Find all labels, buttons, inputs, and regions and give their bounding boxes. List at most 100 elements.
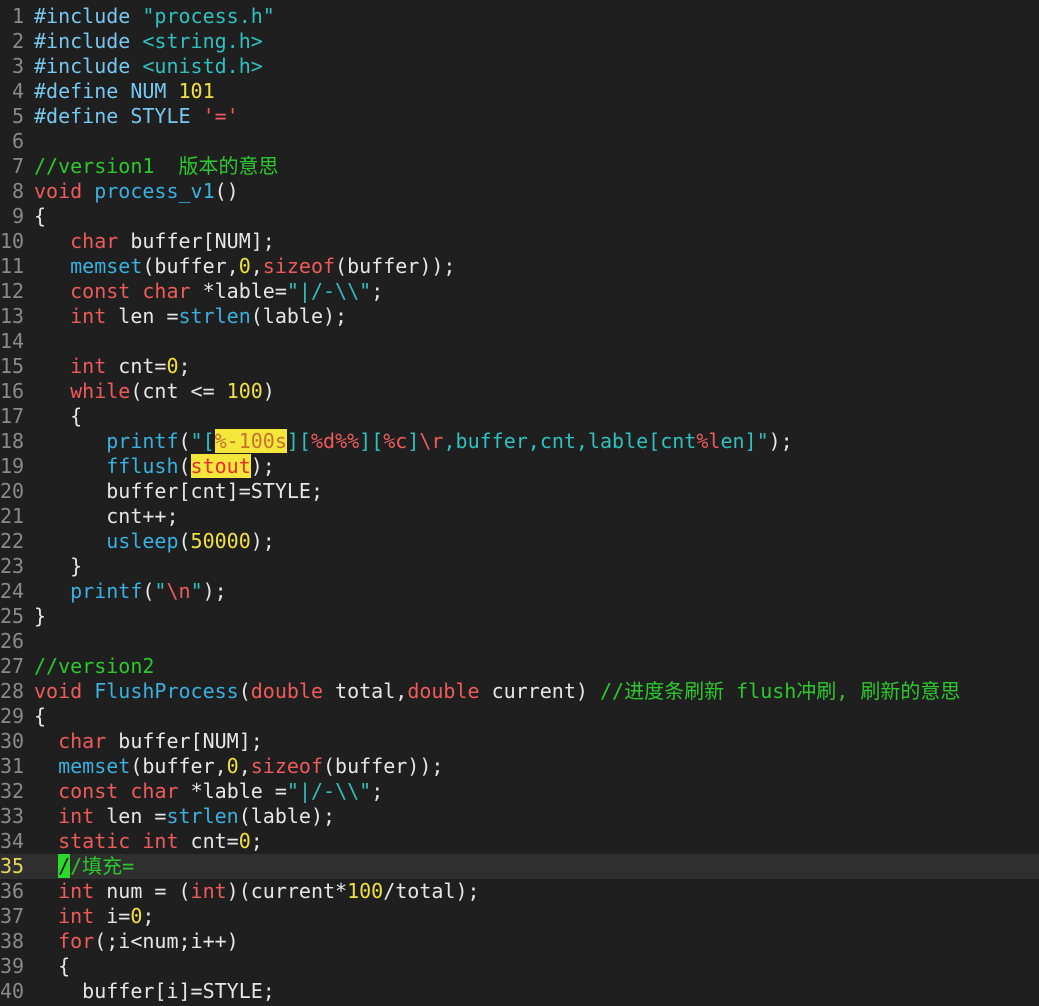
code-text: memset(buffer,0,sizeof(buffer)); bbox=[34, 254, 455, 278]
line-number: 8 bbox=[11, 179, 24, 203]
code-line[interactable]: 22 usleep(50000); bbox=[0, 529, 1039, 554]
code-text: int i=0; bbox=[34, 904, 154, 928]
code-token: 101 bbox=[178, 79, 215, 103]
code-text: } bbox=[34, 554, 82, 578]
code-token: ,buffer,cnt,lable[cnt bbox=[443, 429, 697, 453]
code-line[interactable]: 20 buffer[cnt]=STYLE; bbox=[0, 479, 1039, 504]
code-token: double bbox=[250, 679, 324, 703]
code-line[interactable]: 2 #include <string.h> bbox=[0, 29, 1039, 54]
code-token: ( bbox=[238, 679, 251, 703]
code-token: *lable = bbox=[178, 779, 287, 803]
code-text: int cnt=0; bbox=[34, 354, 190, 378]
code-line[interactable]: 3 #include <unistd.h> bbox=[0, 54, 1039, 79]
code-line[interactable]: 39 { bbox=[0, 954, 1039, 979]
code-line[interactable]: 14 bbox=[0, 329, 1039, 354]
code-line[interactable]: 27 //version2 bbox=[0, 654, 1039, 679]
code-token: "[ bbox=[190, 429, 215, 453]
code-line[interactable]: 31 memset(buffer,0,sizeof(buffer)); bbox=[0, 754, 1039, 779]
code-token: strlen bbox=[166, 804, 239, 828]
code-line[interactable]: 21 cnt++; bbox=[0, 504, 1039, 529]
code-line[interactable]: 5 #define STYLE '=' bbox=[0, 104, 1039, 129]
code-line[interactable]: 34 static int cnt=0; bbox=[0, 829, 1039, 854]
code-line[interactable]: 40 buffer[i]=STYLE; bbox=[0, 979, 1039, 1004]
code-line[interactable]: 26 bbox=[0, 629, 1039, 654]
code-line[interactable]: 29 { bbox=[0, 704, 1039, 729]
code-token: buffer[NUM]; bbox=[106, 729, 263, 753]
code-token: int bbox=[70, 304, 107, 328]
line-number: 25 bbox=[0, 604, 25, 628]
code-text: //version1 版本的意思 bbox=[34, 154, 279, 178]
code-token: #define STYLE bbox=[34, 104, 203, 128]
code-token: %-100s bbox=[214, 429, 287, 453]
code-line[interactable]: 15 int cnt=0; bbox=[0, 354, 1039, 379]
code-token: ][ bbox=[359, 429, 384, 453]
line-number: 32 bbox=[0, 779, 25, 803]
code-token: ); bbox=[250, 454, 275, 478]
code-text: usleep(50000); bbox=[34, 529, 275, 553]
line-number: 10 bbox=[0, 229, 25, 253]
code-token: ; bbox=[142, 904, 155, 928]
code-line[interactable]: 13 int len =strlen(lable); bbox=[0, 304, 1039, 329]
code-text: #include "process.h" bbox=[34, 4, 275, 28]
code-line[interactable]: 32 const char *lable ="|/-\\"; bbox=[0, 779, 1039, 804]
code-line[interactable]: 33 int len =strlen(lable); bbox=[0, 804, 1039, 829]
line-number: 14 bbox=[0, 329, 25, 353]
code-token: (cnt <= bbox=[130, 379, 227, 403]
line-number: 15 bbox=[0, 354, 25, 378]
code-token: printf bbox=[70, 579, 143, 603]
code-line[interactable]: 17 { bbox=[0, 404, 1039, 429]
line-number: 18 bbox=[0, 429, 25, 453]
code-token: int bbox=[58, 879, 95, 903]
code-line[interactable]: 6 bbox=[0, 129, 1039, 154]
code-line[interactable]: 35 //填充= bbox=[0, 854, 1039, 879]
code-line[interactable]: 16 while(cnt <= 100) bbox=[0, 379, 1039, 404]
code-token: ( bbox=[142, 579, 155, 603]
code-token: (lable); bbox=[238, 804, 336, 828]
code-line[interactable]: 36 int num = (int)(current*100/total); bbox=[0, 879, 1039, 904]
line-number: 26 bbox=[0, 629, 25, 653]
code-line[interactable]: 28 void FlushProcess(double total,double … bbox=[0, 679, 1039, 704]
code-text: fflush(stout); bbox=[34, 454, 275, 478]
code-line[interactable]: 8 void process_v1() bbox=[0, 179, 1039, 204]
code-text: void process_v1() bbox=[34, 179, 239, 203]
code-line[interactable]: 37 int i=0; bbox=[0, 904, 1039, 929]
line-number: 19 bbox=[0, 454, 25, 478]
line-number: 27 bbox=[0, 654, 25, 678]
code-line[interactable]: 19 fflush(stout); bbox=[0, 454, 1039, 479]
code-line[interactable]: 10 char buffer[NUM]; bbox=[0, 229, 1039, 254]
code-text: cnt++; bbox=[34, 504, 178, 528]
code-line[interactable]: 7 //version1 版本的意思 bbox=[0, 154, 1039, 179]
code-token: () bbox=[214, 179, 239, 203]
code-token: i= bbox=[94, 904, 131, 928]
code-line[interactable]: 11 memset(buffer,0,sizeof(buffer)); bbox=[0, 254, 1039, 279]
code-text: void FlushProcess(double total,double cu… bbox=[34, 679, 960, 703]
code-line[interactable]: 1 #include "process.h" bbox=[0, 4, 1039, 29]
code-line[interactable]: 38 for(;i<num;i++) bbox=[0, 929, 1039, 954]
code-line[interactable]: 25} bbox=[0, 604, 1039, 629]
code-token: %l bbox=[696, 429, 721, 453]
code-line[interactable]: 12 const char *lable="|/-\\"; bbox=[0, 279, 1039, 304]
code-line[interactable]: 30 char buffer[NUM]; bbox=[0, 729, 1039, 754]
code-line[interactable]: 9{ bbox=[0, 204, 1039, 229]
code-line[interactable]: 23 } bbox=[0, 554, 1039, 579]
code-text: const char *lable="|/-\\"; bbox=[34, 279, 383, 303]
code-text: #include <string.h> bbox=[34, 29, 263, 53]
code-line[interactable]: 24 printf("\n"); bbox=[0, 579, 1039, 604]
line-number: 7 bbox=[11, 154, 24, 178]
code-token: //version1 版本的意思 bbox=[34, 154, 279, 178]
text-cursor: / bbox=[58, 854, 71, 878]
line-number: 37 bbox=[0, 904, 25, 928]
code-line[interactable]: 4 #define NUM 101 bbox=[0, 79, 1039, 104]
code-line[interactable]: 18 printf("[%-100s][%d%%][%c]\r,buffer,c… bbox=[0, 429, 1039, 454]
code-token: \r bbox=[419, 429, 444, 453]
line-number: 17 bbox=[0, 404, 25, 428]
code-editor[interactable]: 1 #include "process.h" 2 #include <string.h… bbox=[0, 4, 1039, 1006]
line-number: 2 bbox=[11, 29, 24, 53]
